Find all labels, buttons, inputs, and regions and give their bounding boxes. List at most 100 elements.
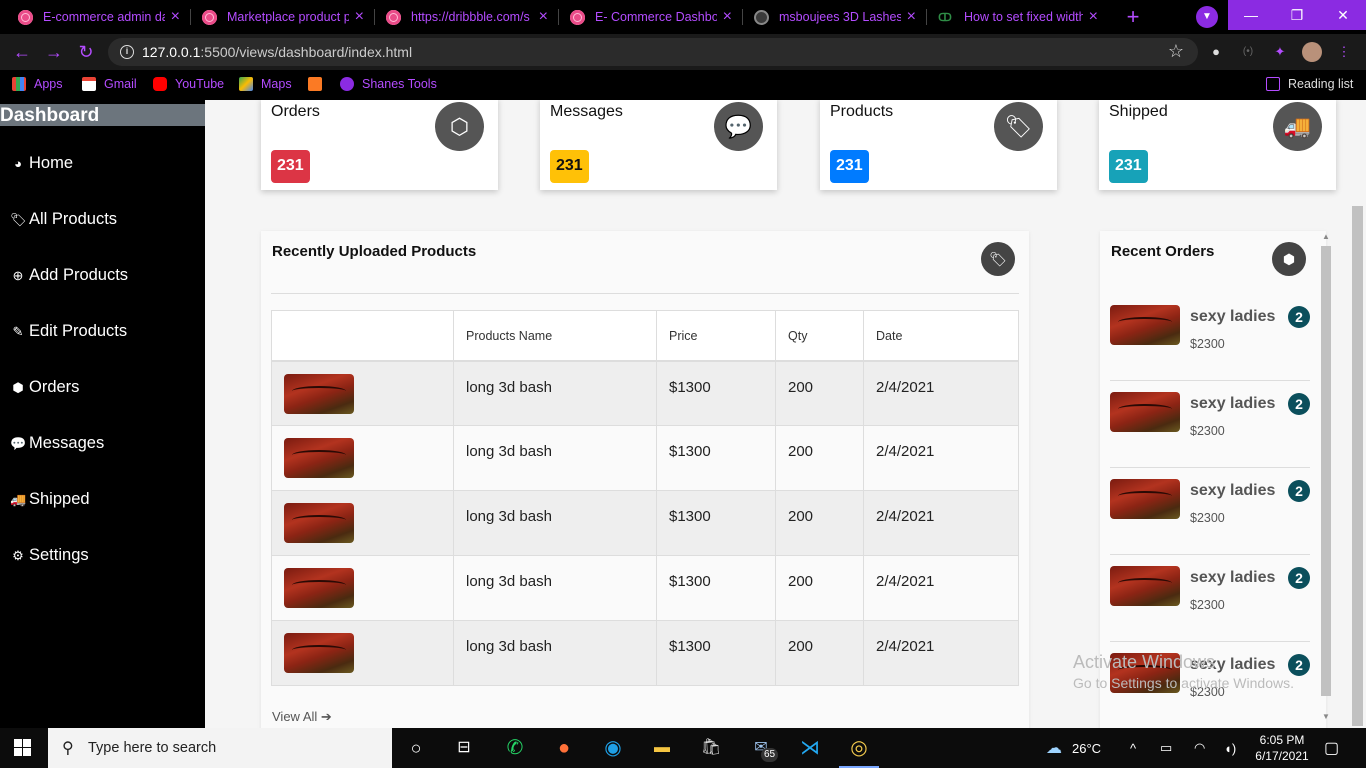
url-bar[interactable]: i 127.0.0.1:5500/views/dashboard/index.h… <box>108 38 1198 66</box>
sidebar-item-home[interactable]: ◕ Home <box>10 154 73 173</box>
stat-card-products[interactable]: Products 🏷 231 <box>820 100 1057 190</box>
chrome-icon[interactable]: ◎ <box>839 736 879 768</box>
stat-card-shipped[interactable]: Shipped 🚚 231 <box>1099 100 1336 190</box>
url-text[interactable]: 127.0.0.1:5500/views/dashboard/index.htm… <box>142 44 412 60</box>
firefox-icon[interactable]: ● <box>552 736 576 760</box>
bookmark-apps[interactable]: Apps <box>12 70 63 98</box>
minimize-button[interactable]: — <box>1228 0 1274 30</box>
sidebar-item-shipped[interactable]: 🚚 Shipped <box>10 490 90 509</box>
table-row[interactable]: long 3d bash $1300 200 2/4/2021 <box>271 425 1019 491</box>
order-price: $2300 <box>1190 424 1225 438</box>
column-header-date[interactable]: Date <box>863 310 1019 362</box>
wifi-icon[interactable]: ◠ <box>1194 728 1205 768</box>
sidebar-item-all-products[interactable]: 🏷 All Products <box>10 210 117 229</box>
edge-icon[interactable]: ◉ <box>601 736 625 760</box>
puzzle-icon[interactable]: ✦ <box>1270 42 1290 62</box>
tab-title: E- Commerce Dashbo <box>595 10 717 24</box>
close-icon[interactable]: × <box>171 8 180 26</box>
store-icon[interactable]: 🛍 <box>699 736 723 760</box>
vscode-icon[interactable]: ⋊ <box>798 736 822 760</box>
browser-tab[interactable]: E- Commerce Dashbo × <box>570 0 738 34</box>
taskbar-search-input[interactable]: ⚲ Type here to search <box>48 728 392 768</box>
sidebar-item-edit-products[interactable]: ✎ Edit Products <box>10 322 128 341</box>
column-header-price[interactable]: Price <box>656 310 776 362</box>
browser-tab[interactable]: E-commerce admin da × <box>18 0 186 34</box>
column-header-qty[interactable]: Qty <box>775 310 864 362</box>
new-tab-button[interactable]: + <box>1118 2 1148 32</box>
bookmark-maps[interactable]: Maps <box>239 70 292 98</box>
mail-icon[interactable]: ✉ 65 <box>749 736 779 762</box>
forward-arrow-icon[interactable]: → <box>42 40 66 64</box>
search-icon: ⚲ <box>62 740 74 757</box>
close-icon[interactable]: × <box>907 8 916 26</box>
product-thumbnail[interactable] <box>284 633 354 673</box>
browser-tab[interactable]: msboujees 3D Lashes × <box>754 0 922 34</box>
browser-tab[interactable]: Marketplace product p × <box>202 0 370 34</box>
notification-icon[interactable]: ▢ <box>1324 728 1339 768</box>
table-row[interactable]: long 3d bash $1300 200 2/4/2021 <box>271 620 1019 686</box>
table-row[interactable]: long 3d bash $1300 200 2/4/2021 <box>271 490 1019 556</box>
bookmark-xampp[interactable] <box>308 70 330 98</box>
network-status-icon[interactable]: ▭ <box>1160 728 1172 768</box>
page-scrollbar[interactable] <box>1349 202 1366 728</box>
chevron-up-icon[interactable]: ^ <box>1130 728 1136 768</box>
tag-icon: 🏷 <box>981 242 1015 276</box>
file-explorer-icon[interactable]: ▬ <box>650 736 674 760</box>
column-header-name[interactable]: Products Name <box>453 310 657 362</box>
product-thumbnail[interactable] <box>284 568 354 608</box>
volume-icon[interactable]: ◖) <box>1224 728 1236 768</box>
close-icon[interactable]: × <box>1089 8 1098 26</box>
close-icon[interactable]: × <box>539 8 548 26</box>
chevron-down-icon[interactable]: ▼ <box>1196 6 1218 28</box>
sidebar-item-settings[interactable]: ⚙ Settings <box>10 546 88 565</box>
avatar[interactable] <box>1302 42 1322 62</box>
weather-widget[interactable]: ☁ 26°C <box>1046 728 1101 768</box>
browser-tab[interactable]: https://dribbble.com/s × <box>386 0 554 34</box>
product-thumbnail[interactable] <box>284 438 354 478</box>
order-price: $2300 <box>1190 511 1225 525</box>
close-icon[interactable]: × <box>723 8 732 26</box>
more-menu-icon[interactable]: ⋮ <box>1334 42 1354 62</box>
windows-start-icon[interactable] <box>14 739 32 757</box>
task-view-icon[interactable]: ⊟ <box>452 736 476 760</box>
gfg-icon: ↀ <box>938 11 952 24</box>
bookmark-star-icon[interactable]: ☆ <box>1168 41 1184 62</box>
stat-label: Messages <box>550 103 623 120</box>
browser-tab[interactable]: ↀ How to set fixed width × <box>936 0 1104 34</box>
product-thumbnail[interactable] <box>284 503 354 543</box>
reading-list-button[interactable]: Reading list <box>1266 70 1353 98</box>
close-window-button[interactable]: ✕ <box>1320 0 1366 30</box>
extension-icon[interactable]: ● <box>1206 42 1226 62</box>
bookmark-shanes-tools[interactable]: Shanes Tools <box>340 70 437 98</box>
product-qty: 200 <box>775 360 864 426</box>
reload-icon[interactable]: ↻ <box>74 40 98 64</box>
cast-icon[interactable]: (•) <box>1238 42 1258 62</box>
close-icon[interactable]: × <box>355 8 364 26</box>
product-thumbnail[interactable] <box>284 373 354 414</box>
sidebar-item-orders[interactable]: ⬢ Orders <box>10 378 79 397</box>
list-item[interactable]: sexy ladies $2300 2 <box>1110 469 1310 555</box>
plus-circle-icon: ⊕ <box>12 267 24 283</box>
sidebar-item-messages[interactable]: 💬 Messages <box>10 434 104 453</box>
list-item[interactable]: sexy ladies $2300 2 <box>1110 556 1310 642</box>
info-icon[interactable]: i <box>120 45 134 59</box>
table-row[interactable]: long 3d bash $1300 200 2/4/2021 <box>271 360 1019 426</box>
order-price: $2300 <box>1190 337 1225 351</box>
table-row[interactable]: long 3d bash $1300 200 2/4/2021 <box>271 555 1019 621</box>
bookmark-gmail[interactable]: Gmail <box>82 70 137 98</box>
list-item[interactable]: sexy ladies $2300 2 <box>1110 295 1310 381</box>
product-price: $1300 <box>656 425 776 491</box>
cortana-icon[interactable]: ○ <box>404 736 428 760</box>
stat-card-messages[interactable]: Messages 💬 231 <box>540 100 777 190</box>
stat-card-orders[interactable]: Orders ⬡ 231 <box>261 100 498 190</box>
system-clock[interactable]: 6:05 PM 6/17/2021 <box>1252 732 1312 764</box>
stat-badge: 231 <box>1109 150 1148 183</box>
view-all-link[interactable]: View All ➔ <box>272 709 332 725</box>
list-item[interactable]: sexy ladies $2300 2 <box>1110 382 1310 468</box>
whatsapp-icon[interactable]: ✆ <box>503 736 527 760</box>
sidebar-item-add-products[interactable]: ⊕ Add Products <box>10 266 129 285</box>
maximize-button[interactable]: ❐ <box>1274 0 1320 30</box>
back-arrow-icon[interactable]: ← <box>10 40 34 64</box>
bookmark-youtube[interactable]: YouTube <box>153 70 224 98</box>
orders-scrollbar[interactable]: ▲ ▼ <box>1319 232 1331 722</box>
